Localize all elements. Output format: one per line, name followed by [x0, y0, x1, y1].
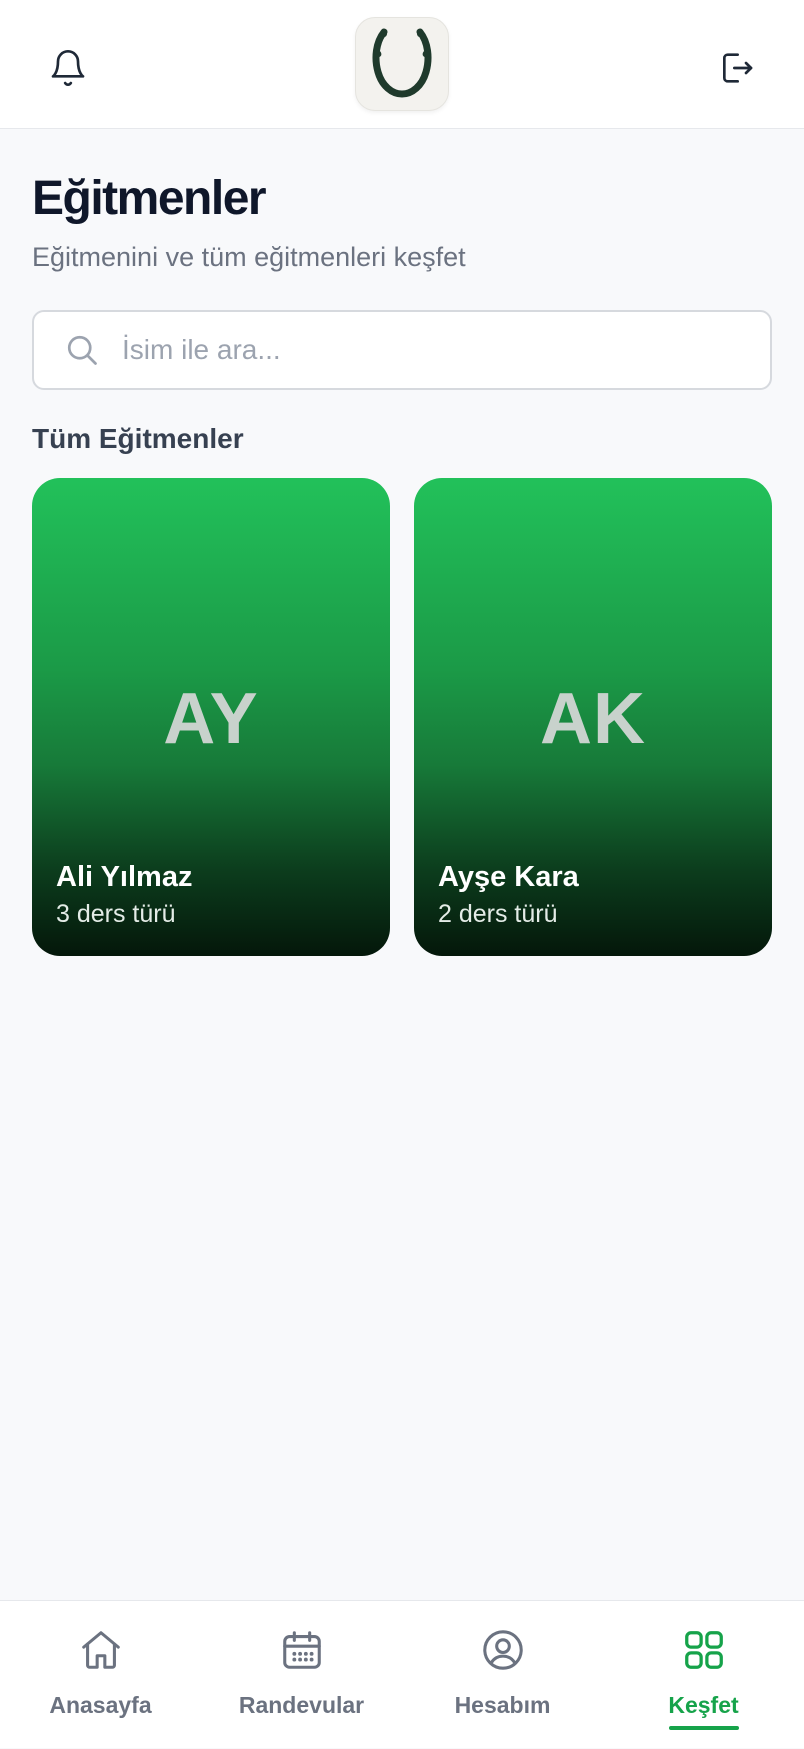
trainer-lesson-count: 3 ders türü — [56, 900, 176, 928]
trainer-card[interactable]: AK Ayşe Kara 2 ders türü — [414, 478, 772, 956]
active-indicator — [669, 1726, 739, 1730]
home-icon — [81, 1631, 120, 1669]
nav-label: Randevular — [238, 1692, 365, 1718]
nav-label: Keşfet — [668, 1692, 739, 1718]
notifications-button[interactable] — [22, 22, 114, 114]
calendar-icon — [282, 1631, 321, 1669]
trainer-name: Ali Yılmaz — [56, 861, 193, 893]
logout-button[interactable] — [690, 22, 782, 114]
nav-label: Hesabım — [454, 1692, 551, 1718]
search-box[interactable] — [32, 310, 772, 390]
trainer-initials: AK — [540, 679, 646, 759]
nav-item-home[interactable]: Anasayfa — [0, 1601, 201, 1749]
logout-icon — [723, 53, 753, 83]
top-header — [0, 0, 804, 129]
page-title: Eğitmenler — [32, 172, 267, 225]
nav-label: Anasayfa — [49, 1692, 152, 1718]
grid-icon — [684, 1631, 723, 1669]
nav-item-appointments[interactable]: Randevular — [201, 1601, 402, 1749]
page-subtitle: Eğitmenini ve tüm eğitmenleri keşfet — [32, 242, 466, 272]
trainer-card[interactable]: AY Ali Yılmaz 3 ders türü — [32, 478, 390, 956]
search-input[interactable] — [120, 333, 720, 367]
trainer-name: Ayşe Kara — [438, 861, 579, 893]
trainer-initials: AY — [163, 679, 259, 759]
bell-icon — [51, 50, 85, 86]
horseshoe-logo-icon — [372, 28, 432, 98]
user-circle-icon — [482, 1630, 523, 1670]
app-logo[interactable] — [355, 17, 449, 111]
search-icon — [62, 330, 102, 370]
section-title: Tüm Eğitmenler — [32, 423, 244, 454]
nav-item-discover[interactable]: Keşfet — [603, 1601, 804, 1749]
nav-item-account[interactable]: Hesabım — [402, 1601, 603, 1749]
bottom-nav: Anasayfa Randevular Hesabım Keşfet — [0, 1600, 804, 1748]
trainer-lesson-count: 2 ders türü — [438, 900, 558, 928]
